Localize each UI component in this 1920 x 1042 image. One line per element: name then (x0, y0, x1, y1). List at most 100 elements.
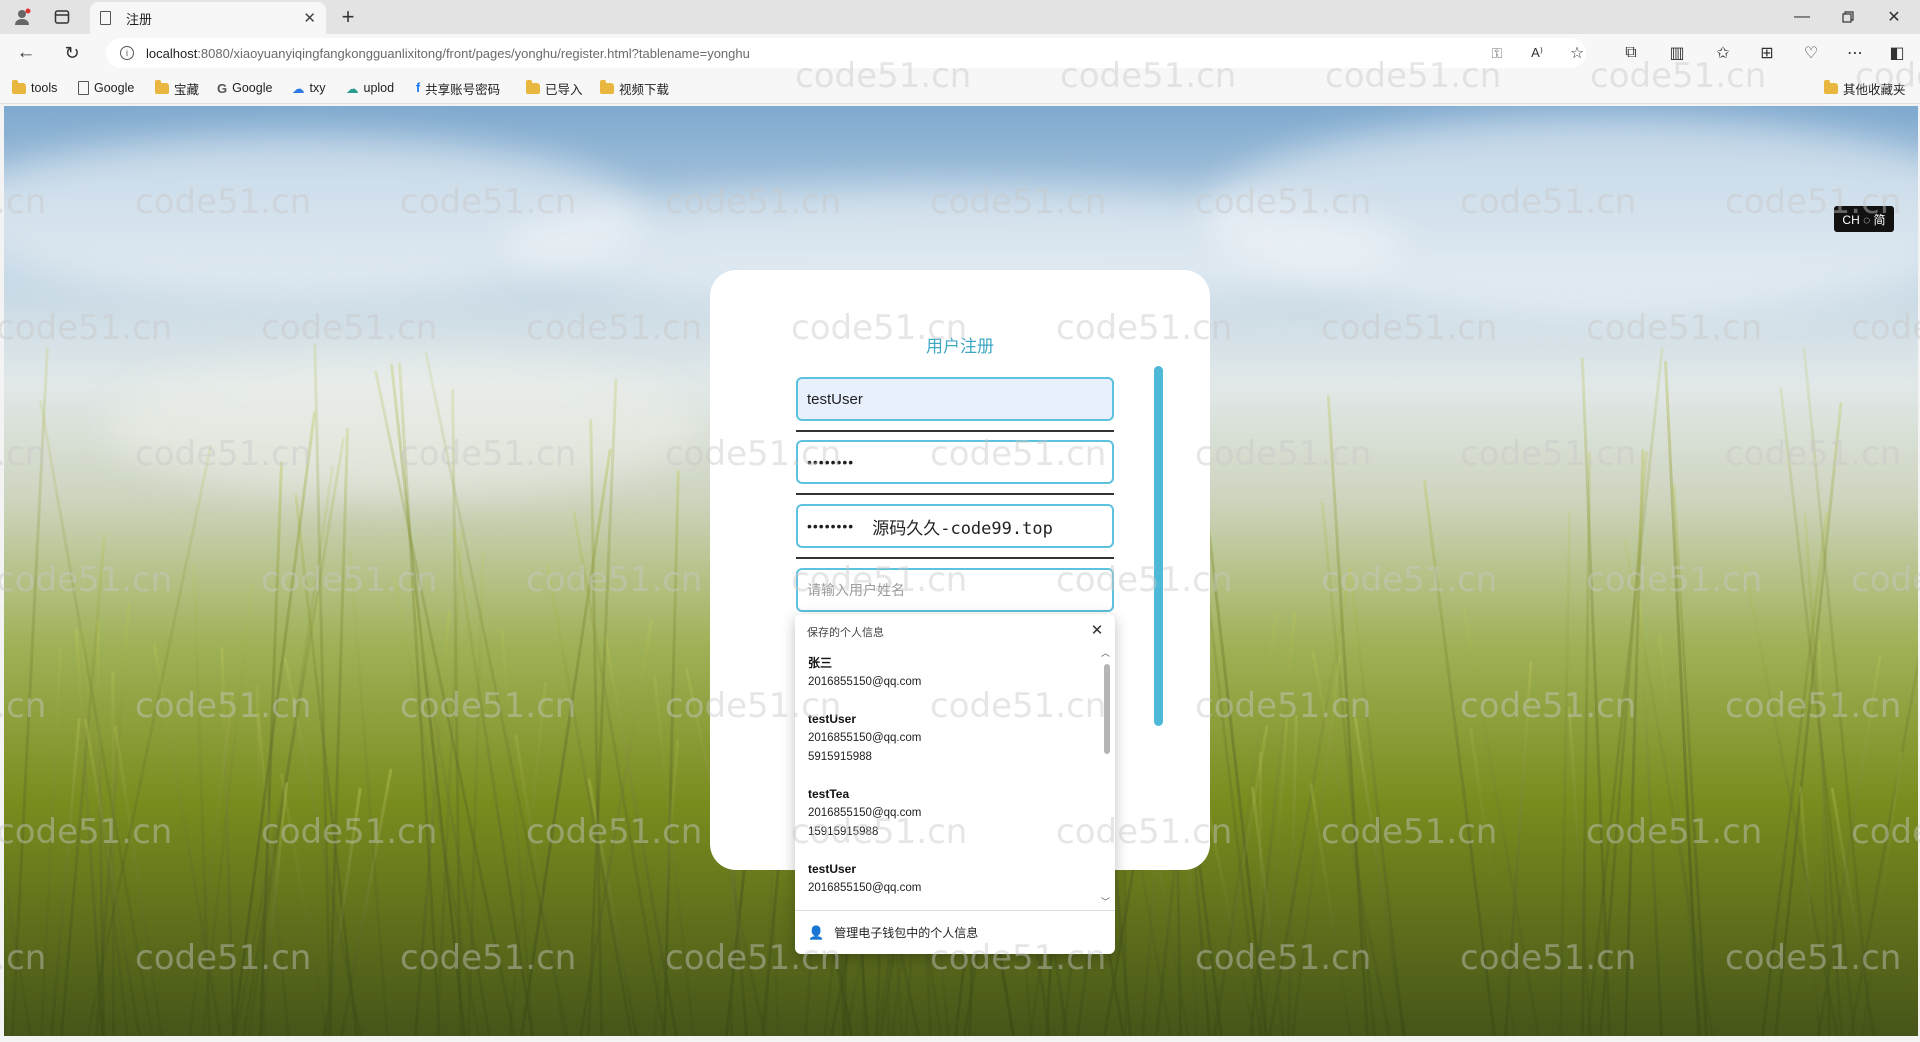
bookmark-imported[interactable]: 已导入 (526, 78, 583, 98)
name-input[interactable] (807, 582, 1112, 598)
bookmark-txy[interactable]: ☁ txy (292, 78, 325, 98)
password-value: •••••••• (807, 454, 855, 470)
entry-detail: 5915915988 (808, 751, 872, 763)
read-aloud-icon[interactable]: A⁾ (1526, 42, 1548, 64)
entry-detail: 2016855150@qq.com (808, 882, 922, 894)
close-tab-icon[interactable]: ✕ (303, 9, 316, 27)
username-value: testUser (807, 390, 863, 408)
collections-icon[interactable]: ⊞ (1756, 42, 1778, 64)
close-icon[interactable]: ✕ (1087, 620, 1107, 640)
key-icon[interactable]: ⚿ (1486, 42, 1508, 64)
overlay-text: 源码久久-code99.top (872, 518, 1053, 539)
restore-icon[interactable] (1836, 5, 1860, 29)
autofill-scrollbar[interactable]: ︿ ﹀ (1101, 646, 1111, 908)
entry-detail: 15915915988 (808, 826, 879, 838)
scrollbar[interactable] (1154, 366, 1163, 726)
folder-icon (526, 79, 540, 94)
password-field[interactable]: •••••••• (796, 440, 1114, 484)
confirm-password-value: •••••••• (807, 518, 855, 534)
new-tab-icon[interactable]: + (336, 4, 360, 29)
chevron-up-icon[interactable]: ︿ (1101, 646, 1110, 659)
grass-blade (294, 494, 358, 1036)
grass-blade (1663, 360, 1700, 1036)
folder-icon (600, 79, 614, 94)
grass-blade (1861, 751, 1903, 1036)
url-field[interactable]: i localhost:8080/xiaoyuanyiqingfangkongg… (106, 38, 1586, 68)
autofill-list: 张三 2016855150@qq.com testUser 2016855150… (795, 646, 1101, 908)
scroll-thumb[interactable] (1104, 664, 1110, 754)
name-field[interactable] (796, 568, 1114, 612)
grass-blade (11, 346, 49, 1036)
folder-icon (1824, 79, 1838, 94)
bookmark-uplod[interactable]: ☁ uplod (346, 78, 394, 98)
minimize-icon[interactable]: — (1790, 5, 1814, 29)
entry-detail: 2016855150@qq.com (808, 732, 922, 744)
username-field[interactable]: testUser (796, 377, 1114, 421)
favorites-icon[interactable]: ✩ (1712, 42, 1734, 64)
entry-detail: 2016855150@qq.com (808, 676, 922, 688)
grass-blade (1567, 706, 1592, 1036)
entry-name: 张三 (808, 656, 833, 670)
grass-blade (232, 411, 317, 1036)
profile-icon[interactable] (10, 6, 34, 28)
entry-name: testUser (808, 712, 857, 726)
grass-blade (1291, 655, 1342, 1036)
bookmark-shared-accounts[interactable]: f 共享账号密码 (416, 78, 500, 98)
bookmark-video-download[interactable]: 视频下载 (600, 78, 669, 98)
ime-indicator[interactable]: CH ◌ 简 (1834, 206, 1894, 232)
chevron-down-icon[interactable]: ﹀ (1101, 895, 1110, 908)
bookmark-other-favorites[interactable]: 其他收藏夹 (1824, 78, 1906, 98)
bookmark-google-2[interactable]: G Google (217, 78, 272, 98)
grass-blade (4, 567, 7, 1036)
folder-icon (12, 79, 26, 94)
confirm-password-field[interactable]: •••••••• 源码久久-code99.top (796, 504, 1114, 548)
grass-blade (1761, 511, 1829, 1036)
page-icon (78, 81, 89, 95)
grass-blade (1672, 484, 1708, 1036)
grass-blade (1559, 510, 1572, 1036)
cloud (1204, 116, 1918, 316)
url-host: localhost (146, 45, 198, 61)
more-icon[interactable]: ⋯ (1844, 42, 1866, 64)
folder-icon (155, 79, 169, 94)
manage-wallet-link[interactable]: 👤 管理电子钱包中的个人信息 (795, 910, 1115, 954)
list-item[interactable]: testUser 2016855150@qq.com (795, 852, 1101, 908)
autofill-header: 保存的个人信息 (807, 627, 884, 639)
bookmark-tools[interactable]: tools (12, 78, 57, 98)
google-icon: G (217, 80, 228, 96)
tab-register[interactable]: 注册 ✕ (90, 2, 326, 34)
grass-blade (152, 644, 222, 1036)
tab-title: 注册 (126, 11, 153, 27)
entry-detail: 2016855150@qq.com (808, 807, 922, 819)
info-icon[interactable]: i (120, 46, 134, 60)
bookmark-treasure[interactable]: 宝藏 (155, 78, 199, 98)
shared-icon: f (416, 81, 421, 95)
extensions-icon[interactable]: ⧉ (1620, 42, 1642, 64)
entry-name: testUser (808, 862, 857, 876)
list-item[interactable]: testUser 2016855150@qq.com 5915915988 (795, 702, 1101, 777)
divider (796, 493, 1114, 495)
entry-name: testTea (808, 787, 850, 801)
list-item[interactable]: 张三 2016855150@qq.com (795, 646, 1101, 702)
bookmark-google[interactable]: Google (78, 78, 134, 98)
page-icon (100, 11, 111, 25)
tab-bar: 注册 ✕ + — ✕ (0, 0, 1920, 34)
browser-essentials-icon[interactable]: ♡ (1800, 42, 1822, 64)
back-icon[interactable]: ← (14, 41, 38, 65)
manage-wallet-label: 管理电子钱包中的个人信息 (834, 926, 979, 940)
grass-blade (1422, 479, 1496, 1036)
close-window-icon[interactable]: ✕ (1882, 5, 1906, 29)
grass-blade (279, 773, 329, 1036)
grass-blade (1638, 600, 1663, 1036)
refresh-icon[interactable]: ↻ (60, 41, 84, 65)
address-bar: ← ↻ i localhost:8080/xiaoyuanyiqingfangk… (0, 34, 1920, 72)
favorite-star-icon[interactable]: ☆ (1566, 42, 1588, 64)
sidebar-icon[interactable]: ◧ (1886, 42, 1908, 64)
divider (796, 430, 1114, 432)
split-screen-icon[interactable]: ▥ (1666, 42, 1688, 64)
grass-blade (1798, 786, 1821, 1036)
autofill-popup: 保存的个人信息 ✕ 张三 2016855150@qq.com testUser … (795, 614, 1115, 954)
divider (796, 557, 1114, 559)
tab-actions-icon[interactable] (50, 6, 74, 28)
list-item[interactable]: testTea 2016855150@qq.com 15915915988 (795, 777, 1101, 852)
